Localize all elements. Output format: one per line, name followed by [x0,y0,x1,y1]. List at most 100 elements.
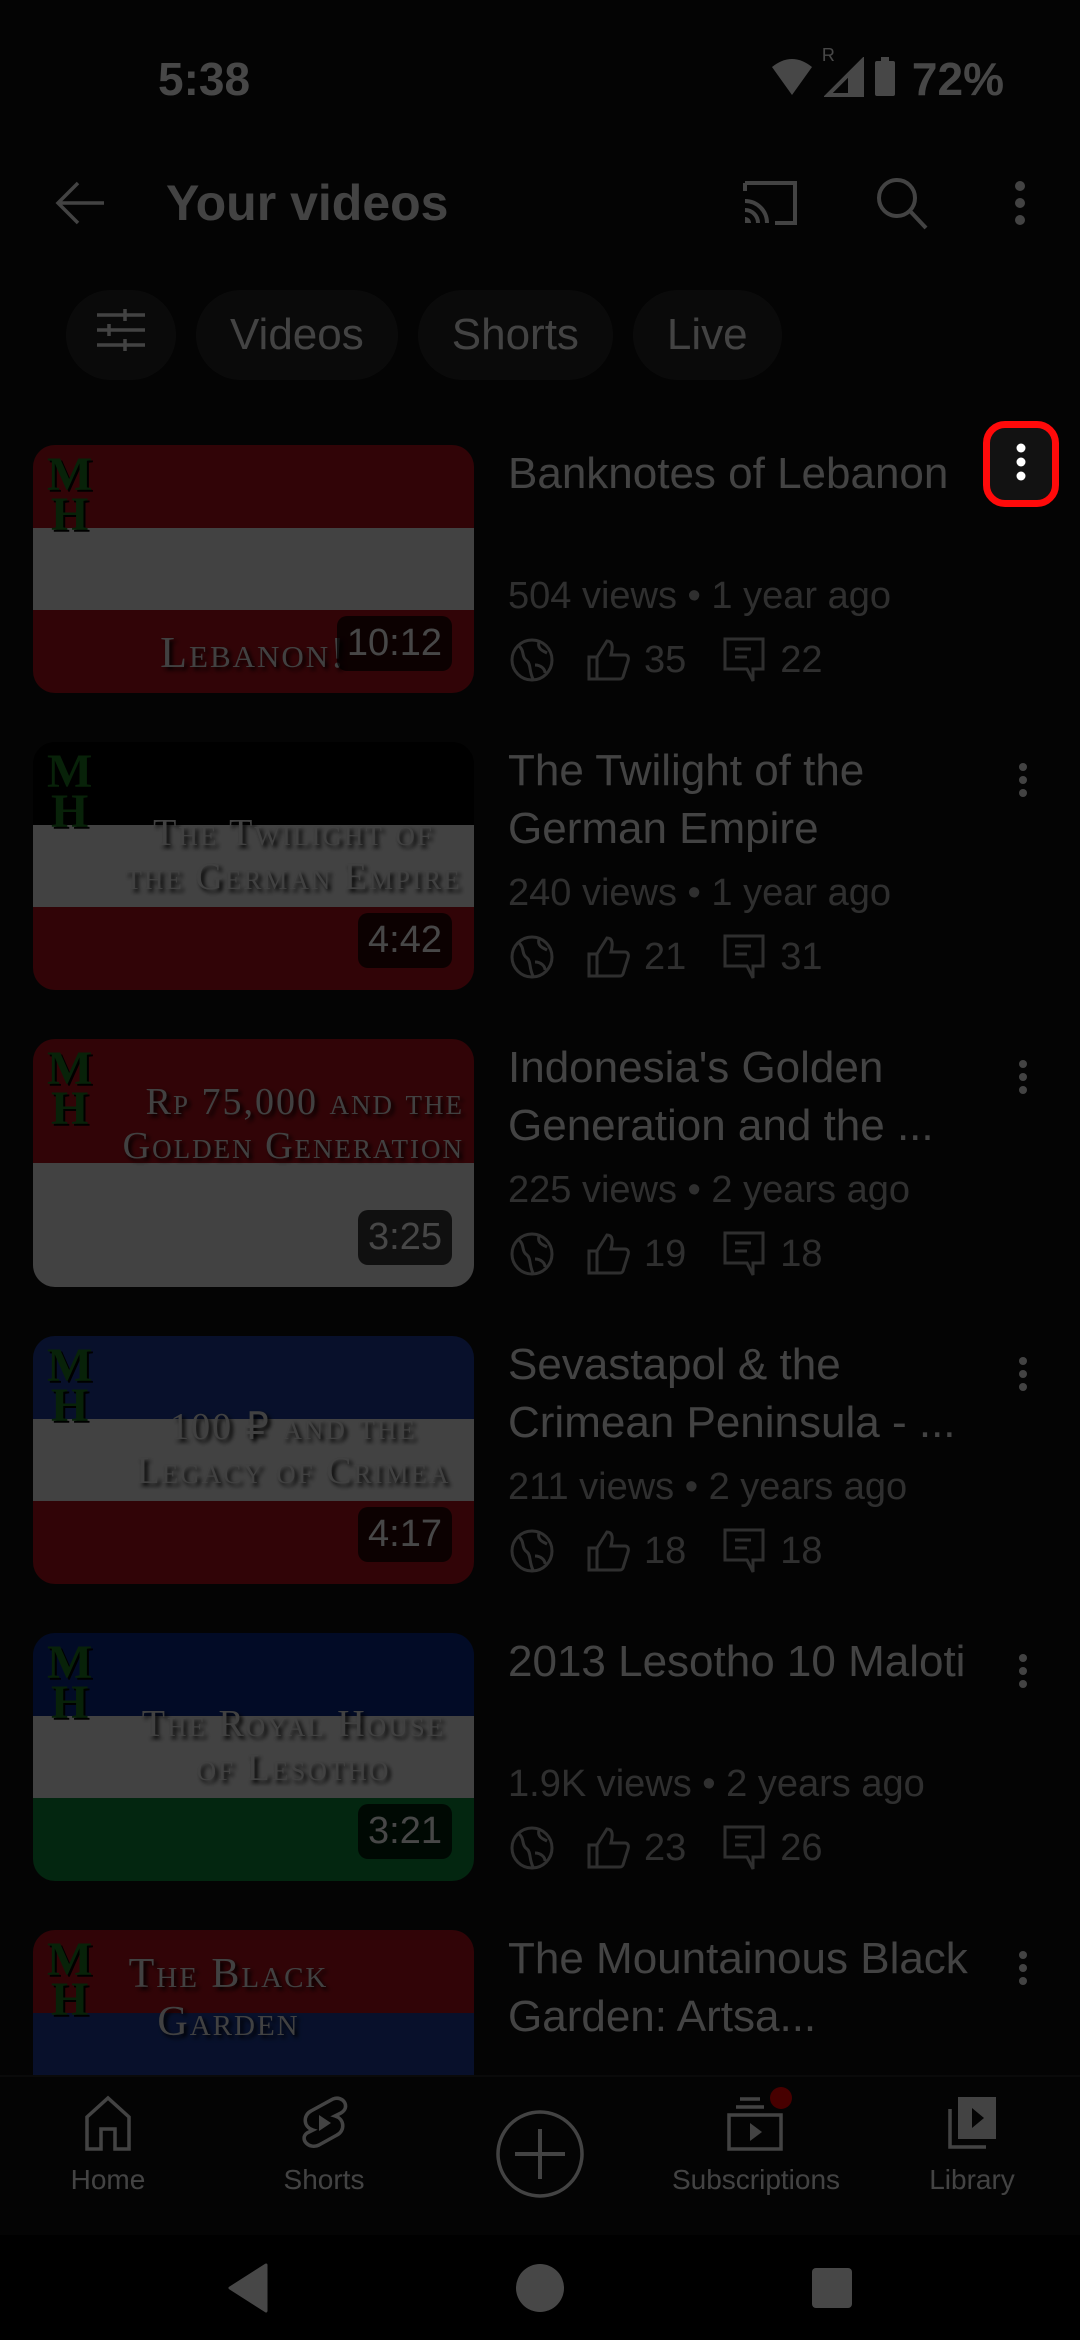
comment-count: 31 [780,935,823,978]
video-menu-button-highlighted[interactable] [983,421,1059,507]
video-menu-button[interactable] [988,742,1058,822]
thumbnail-caption: Rp 75,000 and the Golden Generation [122,1081,464,1167]
video-row[interactable]: M H Lebanon! 10:12 Banknotes of Lebanon 504 … [0,445,1080,742]
filter-chip[interactable] [66,290,176,380]
page-title: Your videos [166,175,449,231]
video-menu-button[interactable] [988,1633,1058,1713]
back-arrow-icon [54,180,106,231]
nav-shorts[interactable]: Shorts [216,2077,432,2235]
video-row[interactable]: M H The Twilight of the German Empire 4:42… [0,742,1080,1039]
video-duration: 10:12 [336,616,452,671]
like-icon [584,1824,632,1872]
more-options-button[interactable] [980,170,1060,240]
like-icon [584,1527,632,1575]
video-meta: 504 views • 1 year ago [508,575,891,617]
public-globe-icon [508,1527,556,1575]
video-stats: 21 31 [508,929,1008,985]
comment-count: 18 [780,1529,823,1572]
video-thumbnail[interactable]: M H The Royal House of Lesotho 3:21 [33,1633,474,1881]
cast-icon [741,179,799,232]
video-menu-button[interactable] [988,1930,1058,2010]
system-home-button[interactable] [500,2255,580,2325]
thumbnail-caption: 100 ₽ and the Legacy of Crimea [136,1406,451,1492]
video-duration: 3:21 [358,1804,452,1859]
like-count: 19 [644,1232,687,1275]
thumbnail-caption: The Black Garden [128,1951,329,2046]
video-title[interactable]: Indonesia's Golden Generation and the ..… [508,1039,1008,1155]
video-title[interactable]: The Mountainous Black Garden: Artsa... [508,1930,1008,2046]
video-info: Banknotes of Lebanon 504 views • 1 year a… [508,445,1008,688]
video-thumbnail[interactable]: M H 100 ₽ and the Legacy of Crimea 4:17 [33,1336,474,1584]
video-duration: 4:17 [358,1507,452,1562]
comment-icon [720,933,768,981]
nav-home[interactable]: Home [0,2077,216,2235]
search-icon [875,176,929,235]
nav-shorts-label: Shorts [283,2164,365,2195]
comment-count: 26 [780,1826,823,1869]
public-globe-icon [508,1230,556,1278]
search-button[interactable] [862,170,942,240]
video-meta: 225 views • 2 years ago [508,1169,910,1211]
video-thumbnail[interactable]: M H The Black Garden [33,1930,474,2075]
public-globe-icon [508,1824,556,1872]
back-button[interactable] [40,170,120,240]
more-vert-icon [1018,1653,1028,1694]
video-title[interactable]: Sevastapol & the Crimean Peninsula - ... [508,1336,1008,1452]
status-bar: 5:38 R 72% [0,0,1080,120]
nav-home-label: Home [70,2164,146,2195]
filter-sliders-icon [95,307,147,364]
nav-subscriptions[interactable]: Subscriptions [648,2077,864,2235]
channel-logo: M H [47,448,92,541]
battery-percent: 72% [911,53,1004,105]
cast-button[interactable] [730,170,810,240]
comment-icon [720,1230,768,1278]
video-menu-button[interactable] [988,1039,1058,1119]
system-recents-button[interactable] [792,2255,872,2325]
video-meta: 1.9K views • 2 years ago [508,1763,925,1805]
public-globe-icon [508,636,556,684]
video-thumbnail[interactable]: M H The Twilight of the German Empire 4:42 [33,742,474,990]
chip-shorts[interactable]: Shorts [417,290,613,380]
nav-library[interactable]: Library [864,2077,1080,2235]
thumbnail-caption: The Royal House of Lesotho [141,1703,446,1789]
video-title[interactable]: 2013 Lesotho 10 Maloti [508,1633,1008,1749]
more-vert-icon [1018,1950,1028,1991]
video-menu-button[interactable] [988,1336,1058,1416]
channel-logo: M H [47,1339,92,1432]
comment-icon [720,1824,768,1872]
video-info: 2013 Lesotho 10 Maloti 1.9K views • 2 yea… [508,1633,1008,1876]
video-row[interactable]: M H 100 ₽ and the Legacy of Crimea 4:17 Sev… [0,1336,1080,1633]
like-count: 35 [644,638,687,681]
library-icon [946,2095,998,2156]
wifi-icon [770,57,814,102]
video-title[interactable]: Banknotes of Lebanon [508,445,1008,561]
video-duration: 3:25 [358,1210,452,1265]
video-info: Indonesia's Golden Generation and the ..… [508,1039,1008,1282]
video-duration: 4:42 [358,913,452,968]
system-back-button[interactable] [208,2255,288,2325]
like-icon [584,933,632,981]
video-info: The Twilight of the German Empire 240 vie… [508,742,1008,985]
thumbnail-caption: The Twilight of the German Empire [125,812,462,898]
more-vert-icon [1018,1059,1028,1100]
nav-create[interactable] [432,2077,648,2235]
battery-icon [874,56,896,102]
video-thumbnail[interactable]: M H Rp 75,000 and the Golden Generation 3:… [33,1039,474,1287]
chip-videos[interactable]: Videos [196,290,398,380]
roaming-label: R [821,44,835,65]
channel-logo: M H [47,1933,92,2026]
status-time: 5:38 [158,53,251,105]
video-meta: 211 views • 2 years ago [508,1466,908,1508]
video-row[interactable]: M H The Royal House of Lesotho 3:21 2013 Le… [0,1633,1080,1930]
comment-count: 18 [780,1232,823,1275]
comment-count: 22 [780,638,823,681]
signal-roaming-icon: R [822,45,864,102]
like-icon [584,636,632,684]
chip-live[interactable]: Live [632,290,782,380]
video-row[interactable]: M H Rp 75,000 and the Golden Generation 3:… [0,1039,1080,1336]
video-thumbnail[interactable]: M H Lebanon! 10:12 [33,445,474,693]
like-icon [584,1230,632,1278]
system-nav-bar [0,2235,1080,2340]
video-title[interactable]: The Twilight of the German Empire [508,742,1008,858]
video-row[interactable]: M H The Black Garden The Mountainous Black… [0,1930,1080,2075]
